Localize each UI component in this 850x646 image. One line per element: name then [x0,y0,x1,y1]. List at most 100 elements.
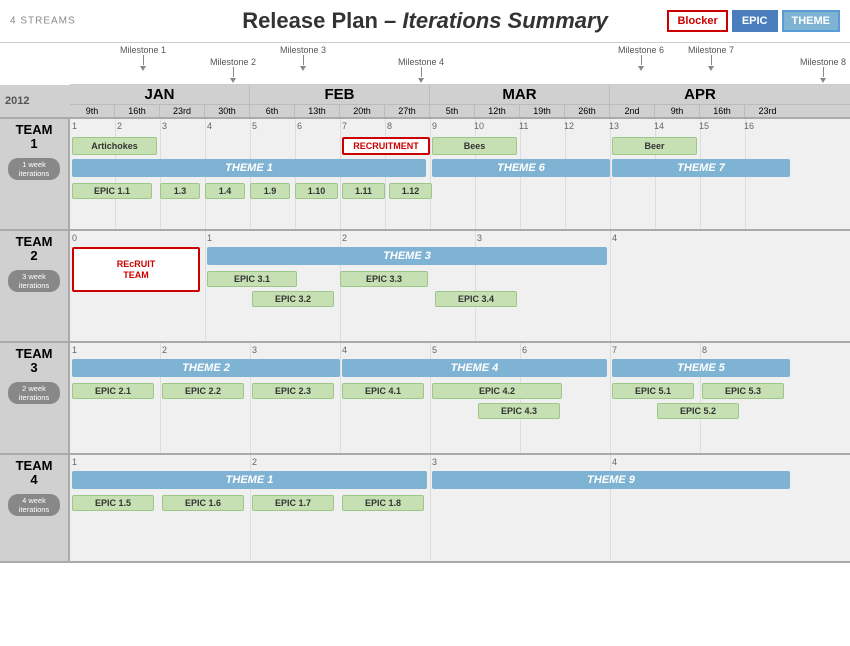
team3-iterations: 2 weekiterations [8,382,60,404]
theme1-bar-t4: THEME 1 [72,471,427,489]
iter-num-8: 8 [387,121,392,131]
milestone-6: Milestone 6 [618,45,664,55]
epic-1-3: 1.3 [160,183,200,199]
epic-1-9: 1.9 [250,183,290,199]
date-mar-26: 26th [565,105,610,117]
date-mar-5: 5th [430,105,475,117]
milestone-4: Milestone 4 [398,57,444,67]
month-feb: FEB [250,85,430,104]
milestone-1: Milestone 1 [120,45,166,55]
iter-num-14: 14 [654,121,664,131]
team4-label: TEAM4 4 weekiterations [0,455,70,561]
team3-label: TEAM3 2 weekiterations [0,343,70,453]
milestone-7: Milestone 7 [688,45,734,55]
epic-4-3: EPIC 4.3 [478,403,560,419]
epic-1-5: EPIC 1.5 [72,495,154,511]
t2-iter-3: 3 [477,233,482,243]
date-apr-9: 9th [655,105,700,117]
date-feb-6: 6th [250,105,295,117]
iter-num-7: 7 [342,121,347,131]
date-mar-19: 19th [520,105,565,117]
milestone-2: Milestone 2 [210,57,256,67]
t4-iter-1: 1 [72,457,77,467]
t3-iter-7: 7 [612,345,617,355]
team3-row: TEAM3 2 weekiterations 1 2 3 4 5 6 7 [0,343,850,455]
t3-iter-1: 1 [72,345,77,355]
iter-num-5: 5 [252,121,257,131]
t2-iter-0: 0 [72,233,77,243]
team2-row: TEAM2 3 weekiterations 0 1 2 3 4 REcRUIT… [0,231,850,343]
badge-group: Blocker EPIC THEME [667,10,840,32]
t3-iter-3: 3 [252,345,257,355]
epic-4-1: EPIC 4.1 [342,383,424,399]
year-label: 2012 [5,95,29,107]
epic-1-10: 1.10 [295,183,338,199]
beer-bar: Beer [612,137,697,155]
t3-iter-2: 2 [162,345,167,355]
iter-num-2: 2 [117,121,122,131]
iter-num-11: 11 [519,121,528,131]
iter-num-9: 9 [432,121,437,131]
iter-num-12: 12 [564,121,574,131]
iter-num-4: 4 [207,121,212,131]
t4-iter-4: 4 [612,457,617,467]
theme6-bar: THEME 6 [432,159,610,177]
t3-iter-6: 6 [522,345,527,355]
epic-badge[interactable]: EPIC [732,10,778,32]
artichokes-bar: Artichokes [72,137,157,155]
t4-iter-3: 3 [432,457,437,467]
epic-2-1: EPIC 2.1 [72,383,154,399]
theme2-bar: THEME 2 [72,359,340,377]
team4-content: 1 2 3 4 THEME 1 THEME 9 EPIC 1.5 EPIC 1.… [70,455,850,561]
t3-iter-8: 8 [702,345,707,355]
date-mar-12: 12th [475,105,520,117]
month-jan: JAN [70,85,250,104]
team4-name: TEAM4 [16,459,53,488]
streams-label: 4 STREAMS [10,16,76,27]
month-apr: APR [610,85,790,104]
iter-num-3: 3 [162,121,167,131]
epic-1-1: EPIC 1.1 [72,183,152,199]
epic-2-3: EPIC 2.3 [252,383,334,399]
t2-iter-4: 4 [612,233,617,243]
team1-content: 1 2 3 4 5 6 7 8 9 10 11 12 13 14 15 16 A… [70,119,850,229]
t3-iter-5: 5 [432,345,437,355]
team2-name: TEAM2 [16,235,53,264]
date-jan-9: 9th [70,105,115,117]
date-feb-13: 13th [295,105,340,117]
epic-3-2: EPIC 3.2 [252,291,334,307]
team3-content: 1 2 3 4 5 6 7 8 THEME 2 THEME 4 THEME 5 … [70,343,850,453]
theme9-bar: THEME 9 [432,471,790,489]
team2-label: TEAM2 3 weekiterations [0,231,70,341]
epic-5-1: EPIC 5.1 [612,383,694,399]
t2-iter-1: 1 [207,233,212,243]
theme3-bar: THEME 3 [207,247,607,265]
epic-1-12: 1.12 [389,183,432,199]
date-feb-20: 20th [340,105,385,117]
date-feb-27: 27th [385,105,430,117]
theme-badge[interactable]: THEME [782,10,841,32]
recruit-team-box: REcRUITTEAM [72,247,200,292]
bees-bar: Bees [432,137,517,155]
epic-3-4: EPIC 3.4 [435,291,517,307]
milestone-3: Milestone 3 [280,45,326,55]
recruitment-bar: RECRUITMENT [342,137,430,155]
date-jan-30: 30th [205,105,250,117]
epic-3-1: EPIC 3.1 [207,271,297,287]
epic-1-4: 1.4 [205,183,245,199]
team4-iterations: 4 weekiterations [8,494,60,516]
team1-iterations: 1 weekiterations [8,158,60,180]
iter-num-6: 6 [297,121,302,131]
page-title: Release Plan – Iterations Summary [242,8,608,34]
date-apr-2: 2nd [610,105,655,117]
team1-row: TEAM1 1 weekiterations [0,119,850,231]
theme7-bar: THEME 7 [612,159,790,177]
t3-iter-4: 4 [342,345,347,355]
month-mar: MAR [430,85,610,104]
date-jan-16: 16th [115,105,160,117]
date-jan-23: 23rd [160,105,205,117]
team4-row: TEAM4 4 weekiterations 1 2 3 4 THEME 1 T… [0,455,850,563]
blocker-badge[interactable]: Blocker [667,10,727,32]
epic-2-2: EPIC 2.2 [162,383,244,399]
epic-4-2: EPIC 4.2 [432,383,562,399]
